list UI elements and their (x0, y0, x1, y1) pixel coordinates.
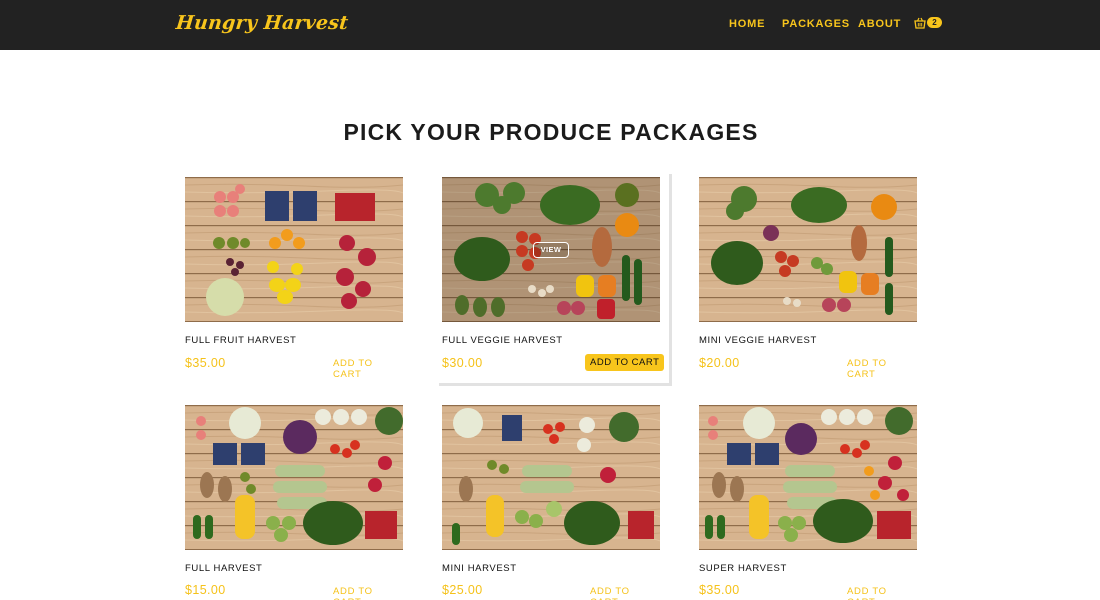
add-to-cart-button[interactable]: ADD TO CART (590, 586, 660, 600)
product-image[interactable] (442, 405, 660, 550)
basket-icon (914, 17, 926, 29)
product-name: FULL HARVEST (185, 563, 263, 574)
product-card-hovered[interactable]: VIEW FULL VEGGIE HARVEST $30.00 ADD TO C… (436, 171, 669, 383)
product-price: $35.00 (699, 583, 740, 597)
top-navbar: Hungry Harvest HOME PACKAGES ABOUT 2 (0, 0, 1100, 50)
cart-count-badge: 2 (927, 17, 942, 28)
product-card[interactable]: FULL FRUIT HARVEST $35.00 ADD TO CART (185, 177, 403, 380)
nav-home-link[interactable]: HOME (729, 18, 765, 30)
product-image[interactable] (185, 177, 403, 322)
product-card[interactable]: MINI VEGGIE HARVEST $20.00 ADD TO CART (699, 177, 917, 380)
product-image[interactable] (699, 405, 917, 550)
add-to-cart-button[interactable]: ADD TO CART (847, 586, 917, 600)
product-image[interactable] (699, 177, 917, 322)
product-price: $20.00 (699, 356, 740, 370)
view-button[interactable]: VIEW (533, 242, 569, 258)
product-card[interactable]: FULL HARVEST $15.00 ADD TO CART (185, 405, 403, 600)
product-price: $25.00 (442, 583, 483, 597)
product-card[interactable]: MINI HARVEST $25.00 ADD TO CART (442, 405, 660, 600)
product-name: FULL VEGGIE HARVEST (442, 335, 563, 346)
nav-about-link[interactable]: ABOUT (858, 18, 901, 30)
add-to-cart-button[interactable]: ADD TO CART (585, 354, 665, 371)
product-card[interactable]: SUPER HARVEST $35.00 ADD TO CART (699, 405, 917, 600)
product-image[interactable] (185, 405, 403, 550)
product-price: $35.00 (185, 356, 226, 370)
add-to-cart-button[interactable]: ADD TO CART (847, 358, 917, 380)
page-title: PICK YOUR PRODUCE PACKAGES (343, 119, 759, 145)
product-image[interactable]: VIEW (442, 177, 660, 322)
product-name: MINI VEGGIE HARVEST (699, 335, 817, 346)
product-name: SUPER HARVEST (699, 563, 787, 574)
product-name: MINI HARVEST (442, 563, 517, 574)
product-name: FULL FRUIT HARVEST (185, 335, 297, 346)
product-price: $30.00 (442, 356, 483, 370)
nav-packages-link[interactable]: PACKAGES (782, 18, 850, 30)
add-to-cart-button[interactable]: ADD TO CART (333, 586, 403, 600)
add-to-cart-button[interactable]: ADD TO CART (333, 358, 403, 380)
product-price: $15.00 (185, 583, 226, 597)
